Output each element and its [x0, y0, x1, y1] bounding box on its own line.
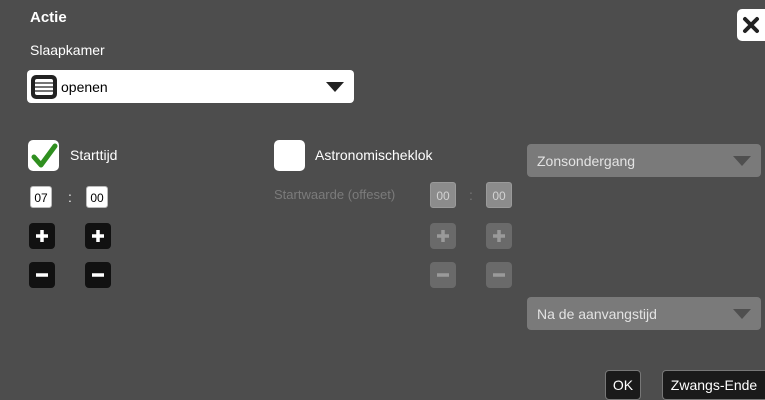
- astro-clock-label: Astronomischeklok: [315, 147, 433, 163]
- minus-icon: [36, 273, 48, 277]
- start-time-label: Starttijd: [70, 147, 118, 163]
- shutter-icon: [31, 74, 57, 99]
- offset-hours-field[interactable]: 00: [430, 182, 456, 208]
- start-minutes-field[interactable]: 00: [86, 186, 108, 208]
- minutes-increment-button[interactable]: [85, 223, 111, 249]
- close-icon: [743, 17, 759, 33]
- plus-icon: [493, 230, 505, 242]
- time-relation-select-value: Na de aanvangstijd: [537, 305, 657, 322]
- plus-icon: [92, 230, 104, 242]
- plus-icon: [36, 230, 48, 242]
- chevron-down-icon: [733, 308, 751, 319]
- start-hours-field[interactable]: 07: [30, 186, 52, 208]
- action-select-value: openen: [61, 78, 108, 95]
- offset-hours-decrement-button[interactable]: [430, 262, 456, 288]
- force-end-button[interactable]: Zwangs-Ende: [662, 370, 765, 400]
- time-relation-select[interactable]: Na de aanvangstijd: [527, 297, 761, 330]
- offset-label: Startwaarde (offeset): [274, 187, 396, 202]
- astro-clock-checkbox[interactable]: [274, 140, 305, 171]
- room-label: Slaapkamer: [30, 42, 105, 58]
- offset-hours-increment-button[interactable]: [430, 223, 456, 249]
- plus-icon: [437, 230, 449, 242]
- hours-increment-button[interactable]: [29, 223, 55, 249]
- sun-event-select[interactable]: Zonsondergang: [527, 144, 761, 177]
- chevron-down-icon: [733, 155, 751, 166]
- chevron-down-icon: [326, 81, 344, 92]
- start-time-separator: :: [68, 189, 72, 205]
- minus-icon: [493, 273, 505, 277]
- offset-minutes-field[interactable]: 00: [486, 182, 512, 208]
- minutes-decrement-button[interactable]: [85, 262, 111, 288]
- sun-event-select-value: Zonsondergang: [537, 152, 636, 169]
- hours-decrement-button[interactable]: [29, 262, 55, 288]
- dialog-title: Actie: [30, 9, 67, 26]
- checkmark-icon: [31, 143, 57, 167]
- close-button[interactable]: [737, 9, 765, 41]
- start-time-checkbox[interactable]: [28, 140, 59, 171]
- action-select[interactable]: openen: [27, 70, 354, 103]
- offset-minutes-increment-button[interactable]: [486, 223, 512, 249]
- offset-minutes-decrement-button[interactable]: [486, 262, 512, 288]
- minus-icon: [92, 273, 104, 277]
- minus-icon: [437, 273, 449, 277]
- offset-separator: :: [469, 187, 473, 203]
- ok-button[interactable]: OK: [605, 370, 641, 400]
